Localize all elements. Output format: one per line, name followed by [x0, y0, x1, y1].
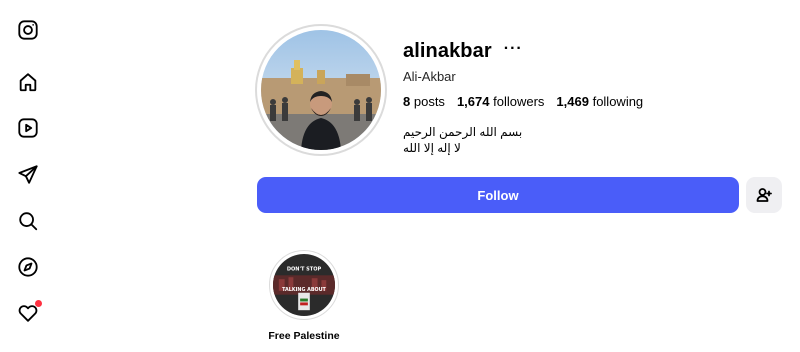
following-count: 1,469 — [556, 94, 589, 109]
bio: بسم الله الرحمن الرحيم لا إله إلا الله — [403, 124, 522, 156]
notifications-icon[interactable] — [16, 300, 42, 325]
profile-stats: 8 posts 1,674 followers 1,469 following — [403, 94, 655, 109]
highlight-cover-text-top: DON'T STOP — [287, 266, 322, 272]
highlight-cover: DON'T STOP TALKING ABOUT — [273, 254, 335, 316]
username-row: alinakbar ··· — [403, 40, 523, 63]
highlight-label: Free Palestine — [268, 330, 340, 342]
reels-icon[interactable] — [16, 116, 40, 140]
avatar-photo — [261, 30, 381, 150]
sidebar — [0, 0, 56, 352]
bio-line-1: بسم الله الرحمن الرحيم — [403, 125, 523, 139]
followers-count: 1,674 — [456, 94, 490, 109]
profile-avatar[interactable] — [255, 24, 387, 156]
full-name: Ali-Akbar — [403, 69, 456, 84]
posts-count: 8 — [403, 94, 411, 109]
instagram-icon[interactable] — [16, 18, 40, 42]
explore-icon[interactable] — [16, 255, 40, 279]
home-icon[interactable] — [16, 70, 40, 94]
search-icon[interactable] — [16, 209, 40, 233]
more-options-icon[interactable]: ··· — [504, 40, 523, 58]
following-stat[interactable]: 1,469 following — [556, 94, 643, 109]
story-highlight[interactable]: DON'T STOP TALKING ABOUT Free Palestine — [263, 250, 345, 342]
highlight-cover-text-bottom: TALKING ABOUT — [282, 287, 326, 293]
follow-button[interactable]: Follow — [257, 177, 739, 213]
posts-stat[interactable]: 8 posts — [403, 94, 445, 109]
bio-line-2: لا إله إلا الله — [403, 141, 461, 155]
following-label: following — [592, 94, 644, 109]
highlight-ring: DON'T STOP TALKING ABOUT — [269, 250, 339, 320]
add-person-icon — [756, 188, 772, 202]
followers-label: followers — [493, 94, 545, 109]
notification-dot — [35, 300, 42, 307]
username: alinakbar — [403, 40, 492, 62]
messages-icon[interactable] — [16, 163, 40, 187]
suggested-users-button[interactable] — [746, 177, 782, 213]
posts-label: posts — [413, 94, 445, 109]
followers-stat[interactable]: 1,674 followers — [457, 94, 544, 109]
